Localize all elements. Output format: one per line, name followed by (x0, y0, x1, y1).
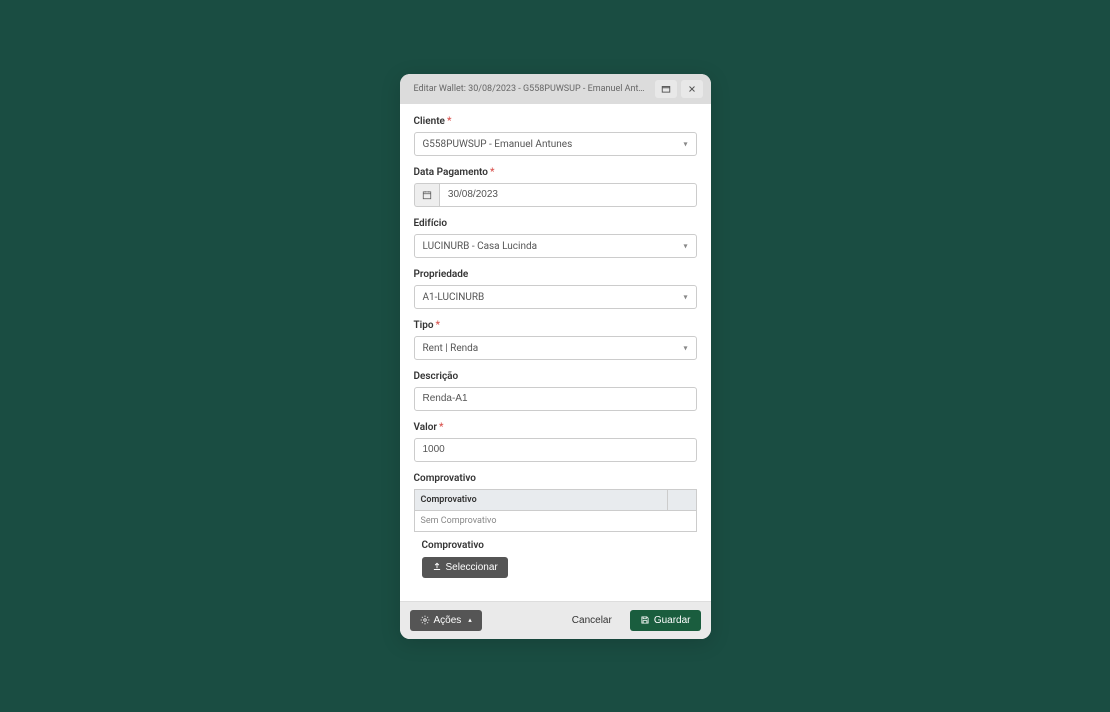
required-mark: * (490, 167, 495, 178)
required-mark: * (436, 320, 441, 331)
modal-body: Cliente* G558PUWSUP - Emanuel Antunes ▾ … (400, 104, 711, 601)
select-tipo[interactable]: Rent | Renda (414, 336, 697, 360)
field-propriedade: Propriedade A1-LUCINURB ▾ (414, 269, 697, 309)
select-file-button[interactable]: Seleccionar (422, 557, 508, 578)
field-data-pagamento: Data Pagamento* (414, 167, 697, 207)
label-data-pagamento: Data Pagamento* (414, 167, 697, 178)
input-descricao[interactable] (414, 387, 697, 411)
label-cliente: Cliente* (414, 116, 697, 127)
comprovativo-table: Comprovativo Sem Comprovativo (414, 489, 697, 532)
table-header: Comprovativo (415, 490, 696, 510)
input-valor[interactable] (414, 438, 697, 462)
input-data-pagamento[interactable] (439, 183, 697, 207)
actions-button[interactable]: Ações ▴ (410, 610, 482, 631)
label-edificio: Edifício (414, 218, 697, 229)
modal-footer: Ações ▴ Cancelar Guardar (400, 601, 711, 639)
required-mark: * (447, 116, 452, 127)
upload-icon (432, 562, 442, 572)
select-propriedade[interactable]: A1-LUCINURB (414, 285, 697, 309)
field-comprovativo: Comprovativo Comprovativo Sem Comprovati… (414, 473, 697, 586)
label-tipo: Tipo* (414, 320, 697, 331)
save-icon (640, 615, 650, 625)
label-propriedade: Propriedade (414, 269, 697, 280)
empty-state: Sem Comprovativo (415, 511, 696, 531)
window-icon (661, 84, 671, 94)
upload-label: Comprovativo (422, 540, 689, 551)
save-button[interactable]: Guardar (630, 610, 701, 631)
select-edificio[interactable]: LUCINURB - Casa Lucinda (414, 234, 697, 258)
caret-up-icon: ▴ (468, 616, 472, 624)
edit-wallet-modal: Editar Wallet: 30/08/2023 - G558PUWSUP -… (400, 74, 711, 639)
field-edificio: Edifício LUCINURB - Casa Lucinda ▾ (414, 218, 697, 258)
label-valor: Valor* (414, 422, 697, 433)
table-row: Sem Comprovativo (415, 510, 696, 531)
close-button[interactable] (681, 80, 703, 98)
modal-header: Editar Wallet: 30/08/2023 - G558PUWSUP -… (400, 74, 711, 104)
select-cliente[interactable]: G558PUWSUP - Emanuel Antunes (414, 132, 697, 156)
required-mark: * (439, 422, 444, 433)
field-valor: Valor* (414, 422, 697, 462)
calendar-icon (422, 190, 432, 200)
close-icon (687, 84, 697, 94)
label-descricao: Descrição (414, 371, 697, 382)
field-descricao: Descrição (414, 371, 697, 411)
calendar-addon[interactable] (414, 183, 439, 207)
upload-section: Comprovativo Seleccionar (414, 532, 697, 586)
field-tipo: Tipo* Rent | Renda ▾ (414, 320, 697, 360)
modal-title: Editar Wallet: 30/08/2023 - G558PUWSUP -… (408, 80, 651, 98)
field-cliente: Cliente* G558PUWSUP - Emanuel Antunes ▾ (414, 116, 697, 156)
gear-icon (420, 615, 430, 625)
cancel-button[interactable]: Cancelar (562, 610, 622, 631)
label-comprovativo: Comprovativo (414, 473, 697, 484)
maximize-button[interactable] (655, 80, 677, 98)
table-header-cell: Comprovativo (415, 490, 668, 510)
table-header-actions (668, 490, 696, 510)
